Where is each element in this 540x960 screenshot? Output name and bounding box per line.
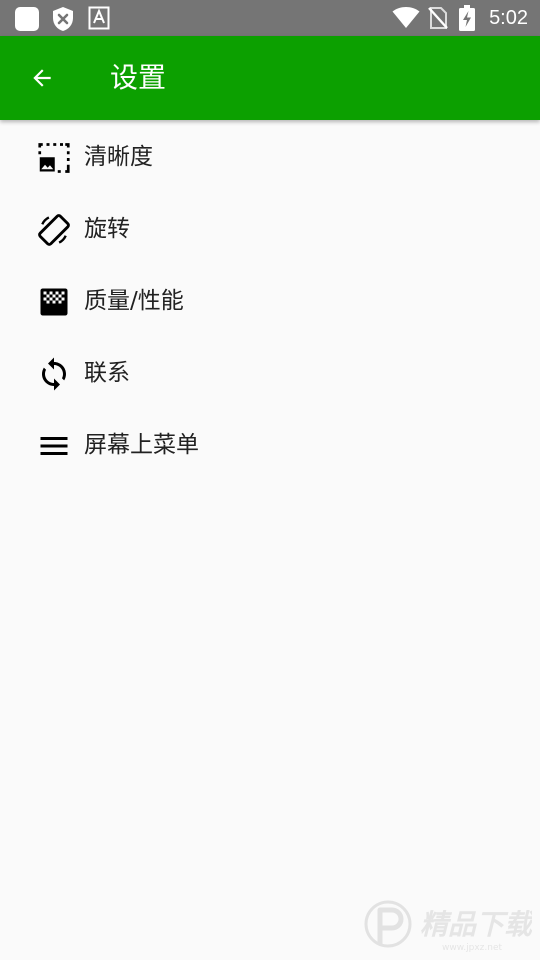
no-sim-icon — [428, 7, 448, 29]
settings-screen: 5:02 设置 清晰度 旋转 质量/性能 联系 屏幕上菜单 精品下载 www.j… — [0, 0, 540, 960]
app-bar: 设置 — [0, 36, 540, 120]
status-bar: 5:02 — [0, 0, 540, 36]
settings-item-onscreen-menu[interactable]: 屏幕上菜单 — [0, 408, 540, 480]
arrow-back-icon — [33, 69, 51, 87]
settings-item-label: 旋转 — [84, 216, 130, 242]
sync-icon — [42, 357, 66, 391]
page-title: 设置 — [110, 61, 167, 94]
settings-item-rotation[interactable]: 旋转 — [0, 192, 540, 264]
gradient-quality-icon — [40, 288, 68, 316]
wifi-icon — [392, 7, 420, 28]
battery-charging-icon — [459, 5, 475, 31]
svg-text:www.jpxz.net: www.jpxz.net — [442, 943, 502, 953]
image-resolution-icon — [38, 143, 70, 173]
font-a-icon — [88, 6, 110, 30]
settings-item-label: 质量/性能 — [84, 288, 184, 314]
settings-item-contact[interactable]: 联系 — [0, 336, 540, 408]
status-time: 5:02 — [489, 7, 528, 29]
watermark-logo: 精品下载 www.jpxz.net — [364, 900, 532, 953]
app-notification-icon — [15, 7, 39, 31]
settings-list: 清晰度 旋转 质量/性能 联系 屏幕上菜单 — [0, 120, 540, 480]
screen-rotation-icon — [38, 214, 70, 246]
menu-icon — [40, 437, 68, 455]
settings-item-label: 屏幕上菜单 — [84, 432, 199, 458]
settings-item-label: 联系 — [84, 360, 130, 386]
svg-text:精品下载: 精品下载 — [420, 908, 532, 941]
shield-icon — [53, 7, 73, 31]
settings-item-label: 清晰度 — [84, 144, 153, 170]
settings-item-resolution[interactable]: 清晰度 — [0, 120, 540, 192]
back-button[interactable] — [18, 54, 66, 102]
settings-item-quality-performance[interactable]: 质量/性能 — [0, 264, 540, 336]
